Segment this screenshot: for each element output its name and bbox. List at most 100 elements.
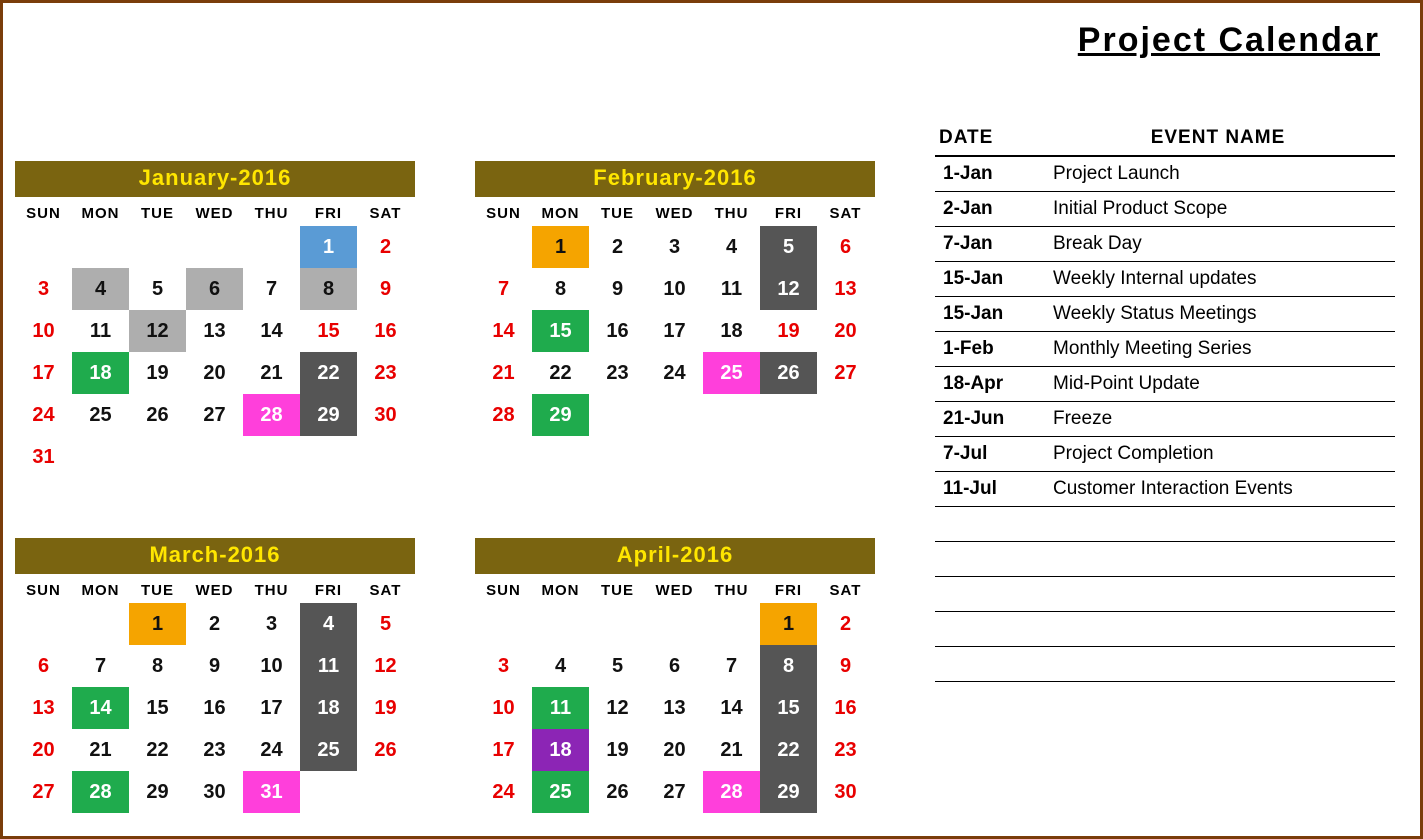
month-title: February-2016	[475, 161, 875, 197]
day-cell: 14	[475, 310, 532, 352]
event-date: 18-Apr	[935, 367, 1045, 402]
dow-header: THU	[243, 197, 300, 226]
day-cell: 10	[15, 310, 72, 352]
event-name	[1045, 612, 1395, 647]
day-cell: 7	[475, 268, 532, 310]
day-cell: 19	[760, 310, 817, 352]
day-cell: 5	[357, 603, 414, 645]
day-cell: 5	[760, 226, 817, 268]
day-cell: 30	[186, 771, 243, 813]
dow-header: WED	[186, 197, 243, 226]
dow-header: SAT	[357, 574, 414, 603]
dow-header: MON	[72, 574, 129, 603]
day-cell: 3	[15, 268, 72, 310]
day-cell: 13	[817, 268, 874, 310]
day-cell: 24	[243, 729, 300, 771]
empty-cell	[72, 226, 129, 268]
day-cell: 14	[243, 310, 300, 352]
event-date	[935, 507, 1045, 542]
month-title: April-2016	[475, 538, 875, 574]
event-name: Mid-Point Update	[1045, 367, 1395, 402]
event-name: Weekly Internal updates	[1045, 262, 1395, 297]
day-cell: 22	[532, 352, 589, 394]
day-cell: 18	[72, 352, 129, 394]
day-cell: 5	[589, 645, 646, 687]
event-name: Project Completion	[1045, 437, 1395, 472]
day-cell: 25	[72, 394, 129, 436]
day-cell: 23	[357, 352, 414, 394]
day-cell: 11	[300, 645, 357, 687]
event-row: 1-FebMonthly Meeting Series	[935, 332, 1395, 367]
day-cell: 27	[15, 771, 72, 813]
event-date: 11-Jul	[935, 472, 1045, 507]
day-cell: 25	[300, 729, 357, 771]
dow-header: MON	[72, 197, 129, 226]
day-cell: 8	[129, 645, 186, 687]
dow-header: SAT	[817, 574, 874, 603]
day-cell: 7	[243, 268, 300, 310]
event-name: Customer Interaction Events	[1045, 472, 1395, 507]
day-cell: 10	[475, 687, 532, 729]
day-cell: 21	[243, 352, 300, 394]
empty-cell	[129, 226, 186, 268]
day-cell: 30	[357, 394, 414, 436]
day-cell: 26	[129, 394, 186, 436]
day-cell: 25	[703, 352, 760, 394]
dow-header: WED	[186, 574, 243, 603]
event-row: 21-JunFreeze	[935, 402, 1395, 437]
dow-header: MON	[532, 574, 589, 603]
day-cell: 21	[703, 729, 760, 771]
event-date: 7-Jul	[935, 437, 1045, 472]
day-cell: 24	[475, 771, 532, 813]
event-row: 18-AprMid-Point Update	[935, 367, 1395, 402]
day-cell: 4	[72, 268, 129, 310]
day-cell: 28	[243, 394, 300, 436]
dow-header: WED	[646, 197, 703, 226]
event-name: Initial Product Scope	[1045, 192, 1395, 227]
day-cell: 7	[703, 645, 760, 687]
day-cell: 8	[532, 268, 589, 310]
event-name: Break Day	[1045, 227, 1395, 262]
day-cell: 20	[186, 352, 243, 394]
dow-header: TUE	[129, 197, 186, 226]
day-cell: 11	[532, 687, 589, 729]
day-cell: 8	[300, 268, 357, 310]
event-date	[935, 542, 1045, 577]
event-date: 2-Jan	[935, 192, 1045, 227]
empty-cell	[186, 226, 243, 268]
day-cell: 26	[760, 352, 817, 394]
page-title: Project Calendar	[1078, 21, 1380, 60]
events-panel: DATE EVENT NAME 1-JanProject Launch2-Jan…	[935, 121, 1395, 682]
day-cell: 12	[589, 687, 646, 729]
day-cell: 26	[357, 729, 414, 771]
day-cell: 18	[300, 687, 357, 729]
event-row-empty	[935, 542, 1395, 577]
day-cell: 2	[817, 603, 874, 645]
day-cell: 12	[760, 268, 817, 310]
dow-header: FRI	[760, 574, 817, 603]
day-cell: 4	[532, 645, 589, 687]
day-cell: 23	[186, 729, 243, 771]
event-name: Freeze	[1045, 402, 1395, 437]
day-cell: 19	[589, 729, 646, 771]
event-date: 1-Feb	[935, 332, 1045, 367]
day-cell: 11	[72, 310, 129, 352]
dow-header: WED	[646, 574, 703, 603]
day-cell: 9	[817, 645, 874, 687]
dow-header: THU	[703, 574, 760, 603]
day-cell: 8	[760, 645, 817, 687]
event-row: 2-JanInitial Product Scope	[935, 192, 1395, 227]
day-cell: 9	[589, 268, 646, 310]
event-row-empty	[935, 577, 1395, 612]
event-row: 1-JanProject Launch	[935, 156, 1395, 192]
event-date	[935, 612, 1045, 647]
dow-header: THU	[703, 197, 760, 226]
dow-header: MON	[532, 197, 589, 226]
day-cell: 21	[475, 352, 532, 394]
event-row-empty	[935, 612, 1395, 647]
day-cell: 7	[72, 645, 129, 687]
event-name	[1045, 577, 1395, 612]
day-cell: 18	[532, 729, 589, 771]
events-header-name: EVENT NAME	[1045, 121, 1395, 156]
day-cell: 2	[186, 603, 243, 645]
